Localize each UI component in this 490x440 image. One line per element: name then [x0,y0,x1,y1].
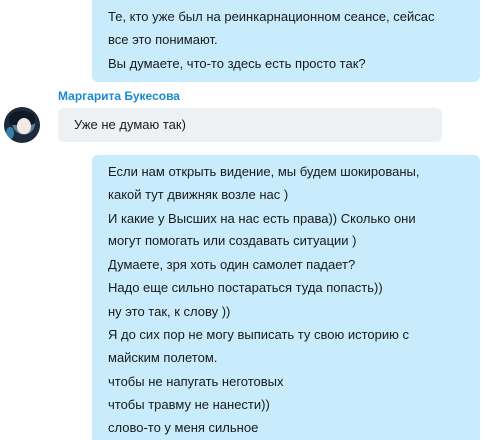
message-line: какой тут движняк возле нас ) [108,187,289,202]
message-line: Уже не думаю так) [74,117,186,132]
message-line: Те, кто уже был на реинкарнационном сеан… [108,9,435,24]
outgoing-message-group-top[interactable]: Те, кто уже был на реинкарнационном сеан… [92,0,480,82]
message-line: чтобы не напугать неготовых [108,374,284,389]
sender-name[interactable]: Маргарита Букесова [58,89,180,103]
message-line: И какие у Высших на нас есть права)) Ско… [108,211,416,226]
avatar-face [17,118,31,134]
message-line: все это понимают. [108,32,218,47]
message-line: Надо еще сильно постараться туда попасть… [108,280,383,295]
message-line: майским полетом. [108,350,218,365]
message-line: Если нам открыть видение, мы будем шокир… [108,164,420,179]
message-line: Думаете, зря хоть один самолет падает? [108,257,356,272]
incoming-message[interactable]: Уже не думаю так) [58,108,442,142]
message-line: Я до сих пор не могу выписать ту свою ис… [108,327,410,342]
outgoing-message-group-bottom[interactable]: Если нам открыть видение, мы будем шокир… [92,155,480,440]
message-line: могут помогать или создавать ситуации ) [108,233,357,248]
message-line: Вы думаете, что-то здесь есть просто так… [108,56,366,71]
message-line: ну это так, к слову )) [108,304,231,319]
user-avatar[interactable] [4,107,40,143]
message-line: слово-то у меня сильное [108,420,259,435]
avatar-glow [6,127,14,139]
message-line: чтобы травму не нанести)) [108,397,270,412]
